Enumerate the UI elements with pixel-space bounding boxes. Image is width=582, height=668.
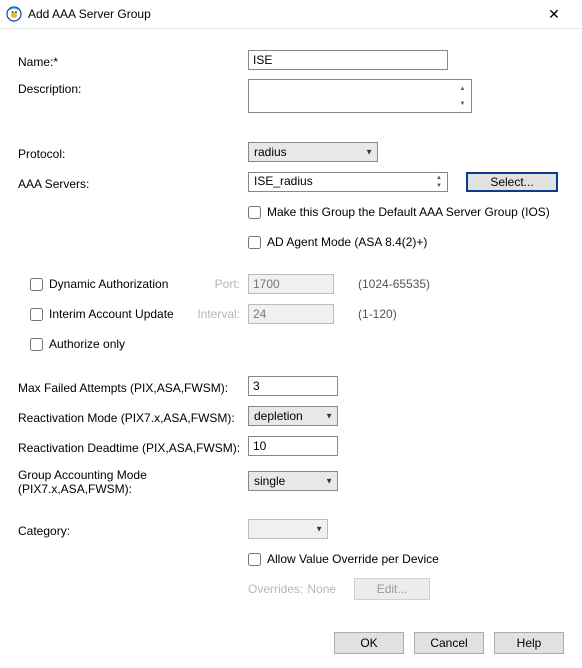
chevron-down-icon: ▼ <box>325 412 333 421</box>
interval-hint: (1-120) <box>358 307 397 321</box>
chevron-down-icon: ▼ <box>325 476 333 485</box>
chevron-down-icon: ▼ <box>315 525 323 534</box>
dialog-footer: OK Cancel Help <box>0 618 582 668</box>
name-label: Name:* <box>18 52 248 69</box>
window-title: Add AAA Server Group <box>28 7 534 21</box>
interval-input <box>248 304 334 324</box>
ad-agent-checkbox[interactable]: AD Agent Mode (ASA 8.4(2)+) <box>248 235 427 249</box>
group-acct-label: Group Accounting Mode (PIX7.x,ASA,FWSM): <box>18 465 248 496</box>
interim-update-checkbox[interactable]: Interim Account Update <box>30 307 192 321</box>
aaa-server-spinner[interactable]: ▲ ▼ <box>432 174 446 190</box>
help-button[interactable]: Help <box>494 632 564 654</box>
select-button[interactable]: Select... <box>466 172 558 192</box>
spinner-down-icon: ▼ <box>432 182 446 190</box>
max-failed-label: Max Failed Attempts (PIX,ASA,FWSM): <box>18 378 248 395</box>
react-deadtime-input[interactable] <box>248 436 338 456</box>
name-input[interactable] <box>248 50 448 70</box>
interim-update-label: Interim Account Update <box>49 307 174 321</box>
overrides-value: None <box>307 582 336 596</box>
spinner-up-icon: ▲ <box>455 81 470 96</box>
cancel-button[interactable]: Cancel <box>414 632 484 654</box>
react-mode-label: Reactivation Mode (PIX7.x,ASA,FWSM): <box>18 408 248 425</box>
spinner-down-icon: ▼ <box>455 96 470 111</box>
default-group-label: Make this Group the Default AAA Server G… <box>267 205 550 219</box>
description-input[interactable]: ▲ ▼ <box>248 79 472 113</box>
port-hint: (1024-65535) <box>358 277 430 291</box>
port-input <box>248 274 334 294</box>
ad-agent-label: AD Agent Mode (ASA 8.4(2)+) <box>267 235 427 249</box>
interval-label: Interval: <box>192 307 248 321</box>
max-failed-input[interactable] <box>248 376 338 396</box>
app-icon <box>6 6 22 22</box>
protocol-label: Protocol: <box>18 144 248 161</box>
react-mode-select[interactable]: depletion ▼ <box>248 406 338 426</box>
aaa-server-value: ISE_radius <box>254 174 313 188</box>
group-acct-value: single <box>254 474 285 488</box>
dialog-content: Name:* Description: ▲ ▼ Protocol: radius… <box>0 29 582 618</box>
authorize-only-checkbox[interactable]: Authorize only <box>30 337 125 351</box>
overrides-label: Overrides: <box>248 582 303 596</box>
allow-override-label: Allow Value Override per Device <box>267 552 439 566</box>
edit-button: Edit... <box>354 578 430 600</box>
default-group-checkbox[interactable]: Make this Group the Default AAA Server G… <box>248 205 550 219</box>
titlebar: Add AAA Server Group ✕ <box>0 0 582 29</box>
protocol-select[interactable]: radius ▼ <box>248 142 378 162</box>
description-label: Description: <box>18 79 248 96</box>
category-label: Category: <box>18 521 248 538</box>
react-mode-value: depletion <box>254 409 303 423</box>
authorize-only-label: Authorize only <box>49 337 125 351</box>
dynamic-auth-checkbox[interactable]: Dynamic Authorization <box>30 277 192 291</box>
description-spinner[interactable]: ▲ ▼ <box>455 81 470 111</box>
dynamic-auth-label: Dynamic Authorization <box>49 277 168 291</box>
spinner-up-icon: ▲ <box>432 174 446 182</box>
aaa-server-input[interactable]: ISE_radius ▲ ▼ <box>248 172 448 192</box>
close-button[interactable]: ✕ <box>534 6 574 22</box>
allow-override-checkbox[interactable]: Allow Value Override per Device <box>248 552 439 566</box>
ok-button[interactable]: OK <box>334 632 404 654</box>
react-deadtime-label: Reactivation Deadtime (PIX,ASA,FWSM): <box>18 438 248 455</box>
protocol-value: radius <box>254 145 287 159</box>
category-select[interactable]: x ▼ <box>248 519 328 539</box>
port-label: Port: <box>192 277 248 291</box>
aaa-servers-label: AAA Servers: <box>18 174 248 191</box>
group-acct-select[interactable]: single ▼ <box>248 471 338 491</box>
category-value: x <box>254 522 260 536</box>
chevron-down-icon: ▼ <box>365 148 373 157</box>
